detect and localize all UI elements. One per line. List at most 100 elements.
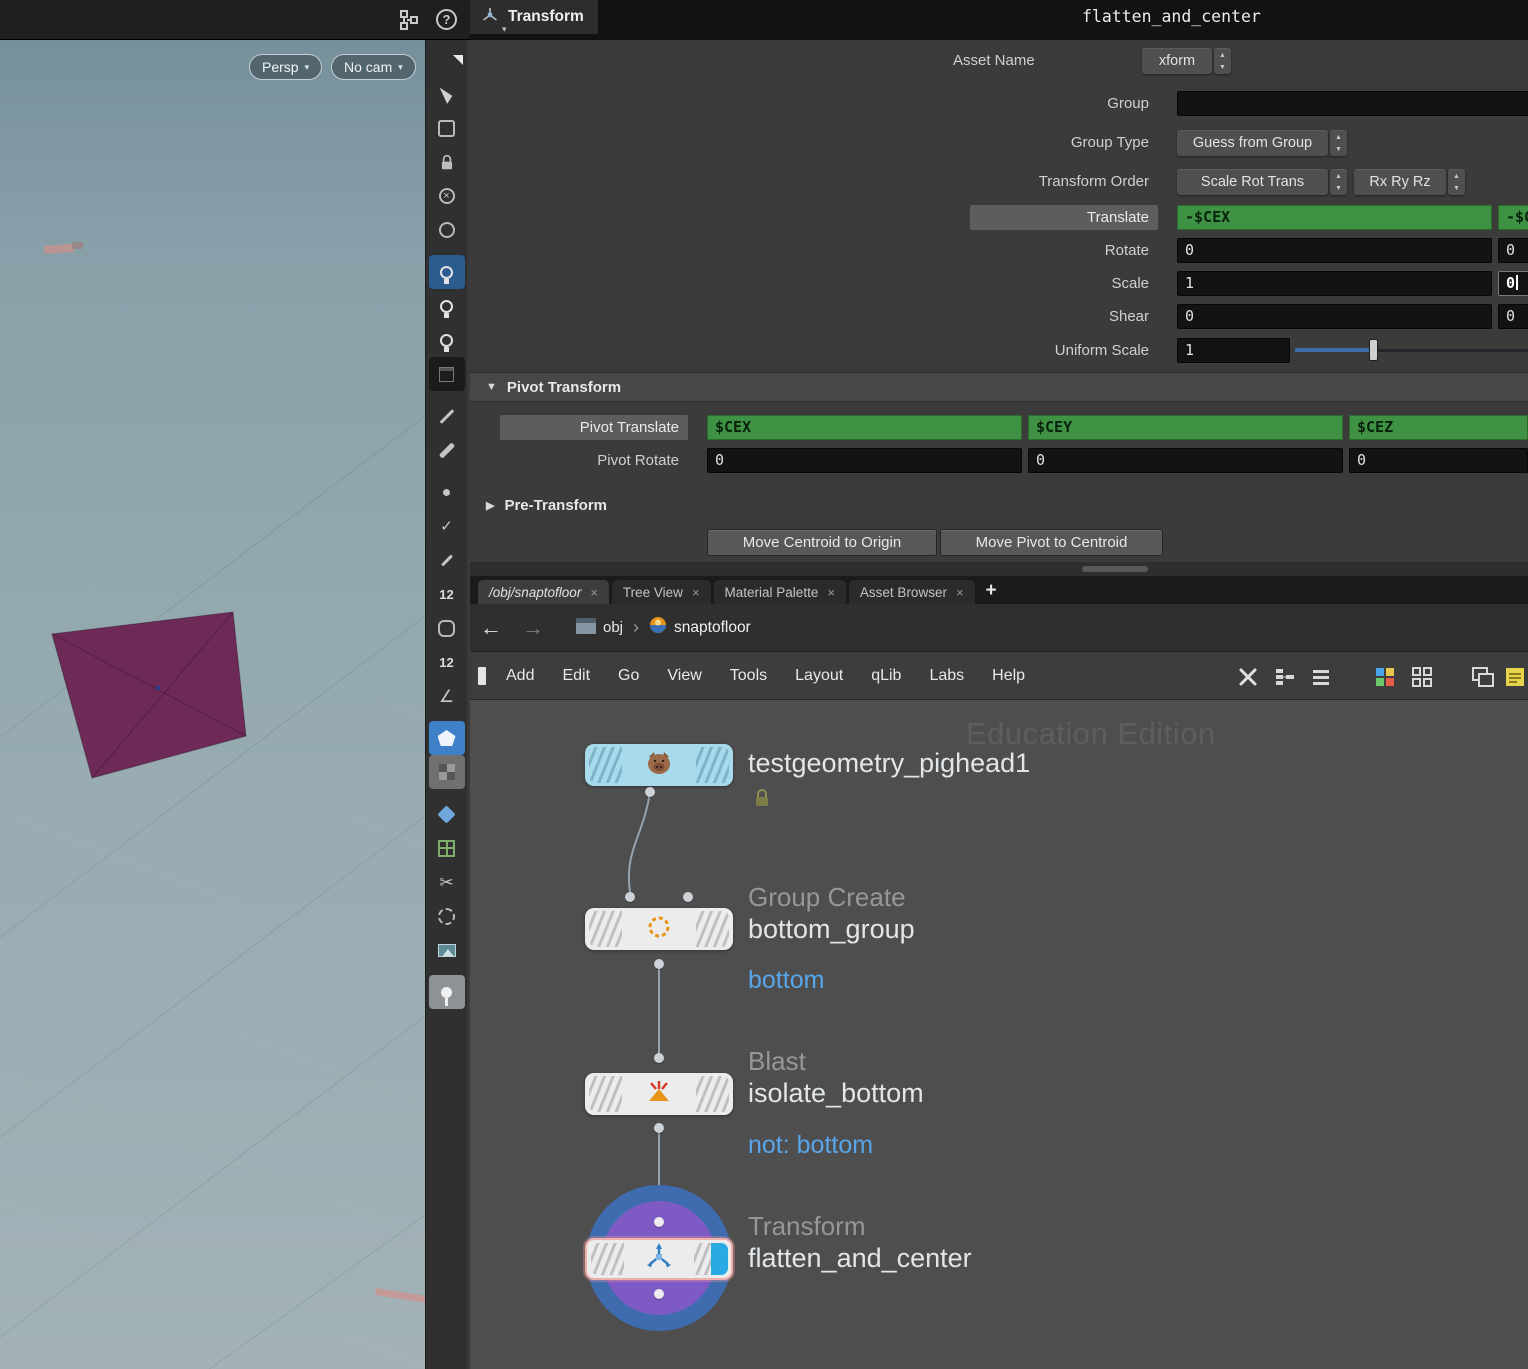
lock-icon[interactable] — [429, 145, 465, 179]
breadcrumb-obj[interactable]: obj — [568, 617, 631, 638]
select-tool-icon[interactable] — [429, 77, 465, 111]
back-icon[interactable]: ← — [470, 615, 512, 641]
pivot-rotate-z-field[interactable]: 0 — [1349, 448, 1528, 473]
high-quality-light-icon[interactable] — [429, 323, 465, 357]
sculpt-icon[interactable] — [429, 611, 465, 645]
circle-tool-icon[interactable] — [429, 899, 465, 933]
translate-y-field[interactable]: -$CEY — [1498, 205, 1528, 230]
customize-tools-icon[interactable] — [1235, 664, 1261, 690]
pin-icon[interactable] — [428, 975, 465, 1009]
brush-icon[interactable] — [429, 433, 465, 467]
expand-triangle-icon[interactable]: ▶ — [486, 499, 494, 512]
menu-layout[interactable]: Layout — [781, 652, 857, 700]
rotate-x-field[interactable]: 0 — [1177, 238, 1492, 263]
group-type-spinner[interactable]: ▲ ▼ — [1330, 130, 1347, 156]
rotate-y-field[interactable]: 0 — [1498, 238, 1528, 263]
group-field[interactable] — [1177, 91, 1528, 116]
menu-tools[interactable]: Tools — [716, 652, 781, 700]
menu-edit[interactable]: Edit — [548, 652, 604, 700]
tab-tree-view[interactable]: Tree View × — [611, 580, 711, 604]
close-icon[interactable]: × — [692, 585, 700, 600]
tab-asset-browser[interactable]: Asset Browser × — [848, 580, 975, 604]
node-name[interactable]: flatten_and_center — [748, 1243, 972, 1274]
node-menu-caret-icon[interactable]: ▾ — [502, 24, 507, 35]
lock-flag-icon[interactable] — [754, 788, 770, 813]
pivot-translate-x-field[interactable]: $CEX — [707, 415, 1022, 440]
grid-snap-icon[interactable] — [429, 831, 465, 865]
output-connector[interactable] — [654, 1289, 664, 1299]
node-isolate-bottom[interactable] — [585, 1073, 733, 1115]
breadcrumb-snaptofloor[interactable]: snaptofloor — [641, 616, 759, 639]
scale-y-field[interactable]: 0 — [1498, 271, 1528, 296]
menu-view[interactable]: View — [653, 652, 715, 700]
network-overview-icon[interactable] — [1272, 664, 1298, 690]
shear-x-field[interactable]: 0 — [1177, 304, 1492, 329]
menu-go[interactable]: Go — [604, 652, 653, 700]
help-icon[interactable]: ? — [436, 9, 457, 30]
menu-add[interactable]: Add — [492, 652, 548, 700]
ring-icon[interactable] — [429, 213, 465, 247]
output-connector[interactable] — [654, 959, 664, 969]
node-name[interactable]: bottom_group — [748, 914, 915, 945]
pivot-translate-y-field[interactable]: $CEY — [1028, 415, 1343, 440]
polygon-tool-icon[interactable] — [428, 721, 465, 755]
translate-label[interactable]: Translate — [970, 205, 1158, 230]
primitive-number-icon[interactable]: 12 — [429, 645, 465, 679]
close-icon[interactable]: × — [590, 585, 598, 600]
pre-transform-section[interactable]: ▶ Pre-Transform — [470, 490, 1528, 520]
node-name[interactable]: testgeometry_pighead1 — [748, 748, 1030, 779]
diamond-handle-icon[interactable] — [429, 797, 465, 831]
move-centroid-button[interactable]: Move Centroid to Origin — [707, 529, 937, 556]
close-icon[interactable]: × — [956, 585, 964, 600]
output-connector[interactable] — [645, 787, 655, 797]
pivot-transform-section[interactable]: ▼ Pivot Transform — [470, 372, 1528, 402]
param-scrollbar[interactable] — [470, 562, 1528, 576]
sticky-note-icon[interactable] — [1502, 664, 1528, 690]
node-type-tab[interactable]: Transform — [470, 0, 598, 34]
point-number-icon[interactable]: 12 — [429, 577, 465, 611]
input-connector[interactable] — [625, 892, 635, 902]
uniform-scale-slider-handle[interactable] — [1369, 339, 1378, 361]
image-plane-icon[interactable] — [429, 933, 465, 967]
network-tree-icon[interactable] — [398, 9, 420, 36]
menu-help[interactable]: Help — [978, 652, 1039, 700]
close-icon[interactable]: × — [827, 585, 835, 600]
shear-y-field[interactable]: 0 — [1498, 304, 1528, 329]
translate-x-field[interactable]: -$CEX — [1177, 205, 1492, 230]
scale-x-field[interactable]: 1 — [1177, 271, 1492, 296]
asset-name-select[interactable]: xform — [1142, 48, 1212, 74]
uv-texture-icon[interactable] — [428, 755, 465, 789]
pivot-translate-z-field[interactable]: $CEZ — [1349, 415, 1528, 440]
viewport-3d[interactable]: Persp ▾ No cam ▾ — [0, 40, 425, 1369]
point-display-icon[interactable] — [429, 475, 465, 509]
network-editor[interactable]: Education Edition testgeometry_pighead1 — [470, 700, 1528, 1369]
lasso-tool-icon[interactable] — [429, 111, 465, 145]
transform-order-spinner[interactable]: ▲ ▼ — [1330, 169, 1347, 195]
output-connector[interactable] — [654, 1123, 664, 1133]
normal-light-icon[interactable] — [429, 289, 465, 323]
move-pivot-button[interactable]: Move Pivot to Centroid — [940, 529, 1163, 556]
input-connector[interactable] — [654, 1217, 664, 1227]
parameter-list-icon[interactable] — [1308, 664, 1334, 690]
remove-icon[interactable]: × — [429, 179, 465, 213]
input-connector[interactable] — [654, 1053, 664, 1063]
pivot-translate-label[interactable]: Pivot Translate — [500, 415, 688, 440]
display-flag[interactable] — [711, 1243, 728, 1275]
tab-obj-snaptofloor[interactable]: /obj/snaptofloor × — [478, 580, 609, 604]
pane-splitter-handle[interactable] — [478, 667, 486, 685]
knife-icon[interactable]: ✂ — [429, 865, 465, 899]
camera-select-button[interactable]: No cam ▾ — [331, 54, 416, 80]
param-scrollbar-handle[interactable] — [1082, 566, 1148, 572]
pivot-rotate-x-field[interactable]: 0 — [707, 448, 1022, 473]
perspective-view-button[interactable]: Persp ▾ — [249, 54, 323, 80]
node-flatten-and-center[interactable] — [585, 1238, 733, 1280]
forward-icon[interactable]: → — [512, 615, 554, 641]
shaded-view-icon[interactable] — [428, 357, 465, 391]
menu-qlib[interactable]: qLib — [857, 652, 915, 700]
angle-snap-icon[interactable]: ∠ — [429, 679, 465, 713]
menu-labs[interactable]: Labs — [915, 652, 978, 700]
transform-order-select[interactable]: Scale Rot Trans — [1177, 169, 1328, 195]
group-type-select[interactable]: Guess from Group — [1177, 130, 1328, 156]
split-panes-icon[interactable] — [1470, 664, 1496, 690]
input-connector[interactable] — [683, 892, 693, 902]
